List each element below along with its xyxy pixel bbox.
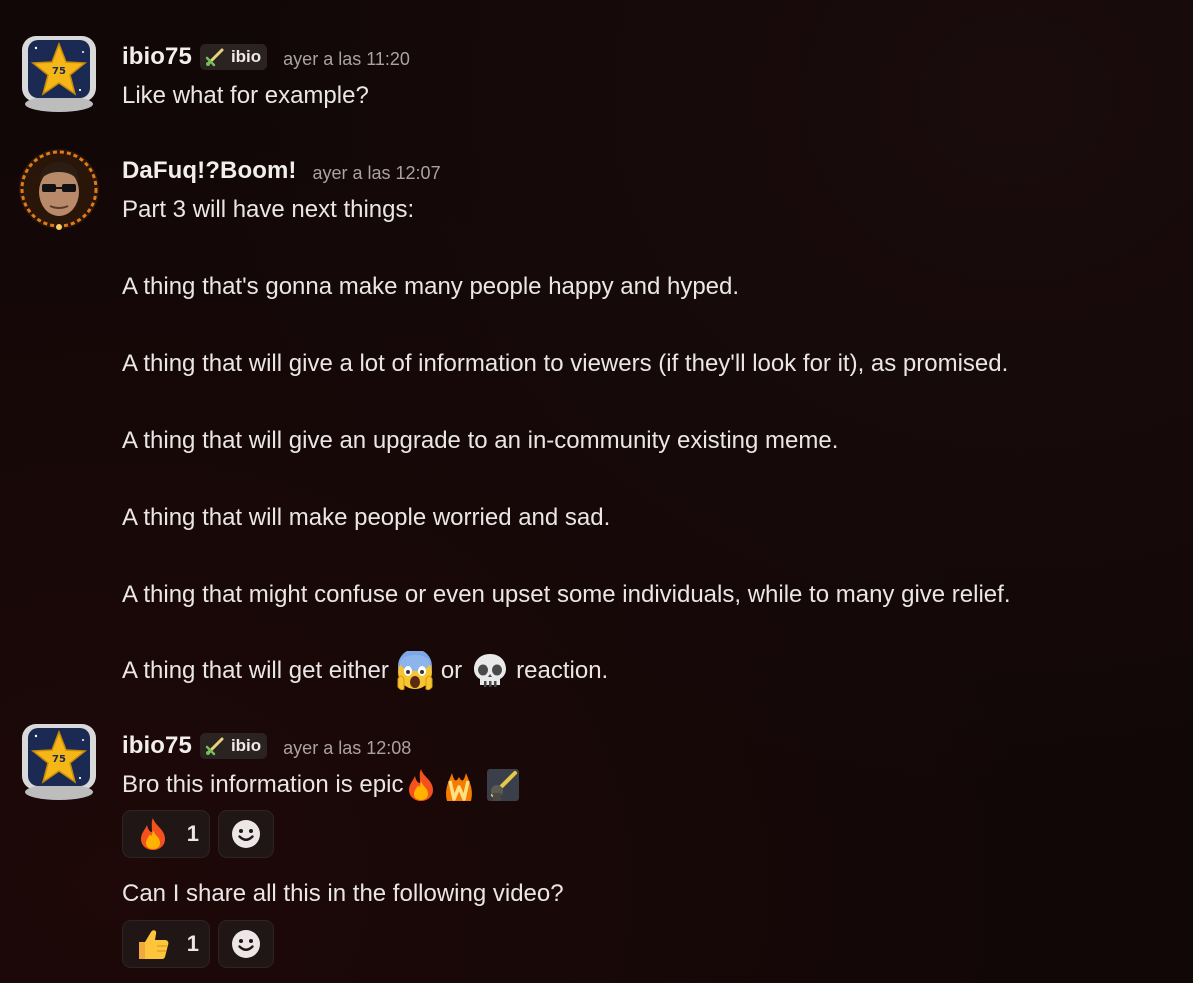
reaction-count: 1: [186, 821, 199, 846]
smiley-icon: [232, 930, 260, 958]
reactions-bar: 1: [122, 920, 274, 968]
timestamp[interactable]: ayer a las 11:20: [283, 45, 410, 70]
author-name[interactable]: ibio75: [122, 732, 192, 760]
message-text-line-emoji: A thing that will get either or reaction…: [122, 650, 608, 692]
author-name[interactable]: ibio75: [122, 43, 192, 71]
message-group-2: DaFuq!?Boom! ayer a las 12:07 Part 3 wil…: [0, 140, 1193, 700]
author-name[interactable]: DaFuq!?Boom!: [122, 157, 297, 185]
avatar-ibio75[interactable]: 75: [18, 720, 100, 802]
star-avatar-icon: 75: [22, 724, 96, 800]
server-tag-label: ibio: [230, 47, 262, 66]
skull-icon[interactable]: [470, 651, 510, 691]
fire-w-icon[interactable]: [441, 767, 477, 803]
message-text-line: A thing that will give a lot of informat…: [122, 350, 1009, 377]
reaction-thumbs-up[interactable]: 1: [122, 920, 210, 968]
message-group-1: 75 ibio75 ibio ayer a las 11:20 Like wha…: [0, 0, 1193, 130]
message-text-line: A thing that might confuse or even upset…: [122, 581, 1011, 608]
reaction-fire[interactable]: 1: [122, 810, 210, 858]
message-text-line: A thing that will give an upgrade to an …: [122, 427, 839, 454]
smiley-icon: [232, 820, 260, 848]
custom-sword-emoji-icon[interactable]: [485, 767, 521, 803]
screaming-face-icon[interactable]: [395, 651, 435, 691]
thumbs-up-icon: [135, 926, 171, 962]
timestamp[interactable]: ayer a las 12:08: [283, 734, 411, 759]
message-text: Like what for example?: [122, 82, 369, 109]
text-segment: or: [440, 657, 463, 684]
svg-text:75: 75: [52, 66, 66, 77]
add-reaction-button[interactable]: [218, 810, 274, 858]
reactions-bar: 1: [122, 810, 274, 858]
message-text-line: A thing that's gonna make many people ha…: [122, 273, 740, 300]
server-tag-label: ibio: [230, 736, 262, 755]
server-tag[interactable]: ibio: [199, 733, 268, 759]
svg-text:75: 75: [52, 754, 66, 765]
message-text-line-emoji: Bro this information is epic: [122, 764, 521, 806]
add-reaction-button[interactable]: [218, 920, 274, 968]
text-segment: Bro this information is epic: [122, 771, 404, 798]
text-segment: reaction.: [516, 657, 609, 684]
server-tag[interactable]: ibio: [199, 44, 268, 70]
message-text-line: Can I share all this in the following vi…: [122, 880, 564, 907]
star-avatar-icon: 75: [22, 36, 96, 112]
text-segment: A thing that will get either: [122, 657, 389, 684]
message-text-line: Part 3 will have next things:: [122, 196, 415, 223]
portrait-avatar-icon: [19, 149, 99, 230]
fire-icon[interactable]: [403, 767, 439, 803]
message-text-line: A thing that will make people worried an…: [122, 504, 611, 531]
message-group-3: 75 ibio75 ibio ayer a las 12:08 Bro this…: [0, 700, 1193, 983]
avatar-dafuq[interactable]: [18, 148, 100, 230]
sword-icon: [205, 48, 224, 67]
sword-icon: [205, 737, 224, 756]
avatar-ibio75[interactable]: 75: [18, 32, 100, 114]
timestamp[interactable]: ayer a las 12:07: [313, 159, 441, 184]
fire-icon: [135, 816, 171, 852]
reaction-count: 1: [186, 931, 199, 956]
